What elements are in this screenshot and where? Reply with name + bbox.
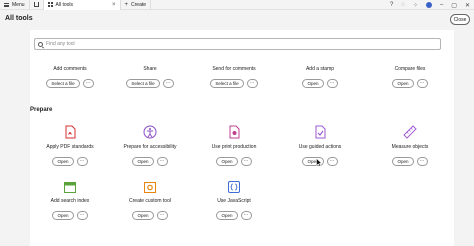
tool-label: Apply PDF standards xyxy=(46,144,94,150)
more-options-button[interactable]: ··· xyxy=(76,211,88,220)
avatar[interactable] xyxy=(425,2,432,8)
tool-label: Send for comments xyxy=(212,66,256,72)
grid-icon xyxy=(47,2,53,7)
print-production-icon xyxy=(229,125,240,139)
more-options-button[interactable]: ··· xyxy=(326,157,338,166)
pdf-standards-icon xyxy=(65,125,76,139)
search-box[interactable] xyxy=(34,38,441,50)
more-options-button[interactable]: ··· xyxy=(240,211,252,220)
open-button[interactable]: Open xyxy=(216,157,238,166)
create-tab[interactable]: + Create xyxy=(121,0,152,10)
open-button[interactable]: Open xyxy=(392,79,414,88)
tools-panel: Add comments Select a file ··· Share Sel… xyxy=(30,30,454,246)
more-options-button[interactable]: ··· xyxy=(326,79,338,88)
more-options-button[interactable]: ··· xyxy=(156,157,168,166)
section-title-prepare: Prepare xyxy=(30,107,53,113)
more-options-button[interactable]: ··· xyxy=(82,79,94,88)
more-options-button[interactable]: ··· xyxy=(240,157,252,166)
more-options-button[interactable]: ··· xyxy=(416,79,428,88)
open-button[interactable]: Open xyxy=(392,157,414,166)
search-icon xyxy=(38,41,43,47)
tool-label: Share xyxy=(143,66,157,72)
help-icon[interactable]: ? xyxy=(390,2,393,8)
open-button[interactable]: Open xyxy=(216,211,238,220)
close-button[interactable]: Close xyxy=(450,14,470,25)
more-options-button[interactable]: ··· xyxy=(162,79,174,88)
tab-all-tools-label: All tools xyxy=(55,1,74,8)
open-button[interactable]: Open xyxy=(302,79,324,88)
minimize-icon[interactable]: – xyxy=(440,2,443,8)
menu-button[interactable]: Menu xyxy=(0,0,30,10)
more-options-button[interactable]: ··· xyxy=(156,211,168,220)
tool-label: Prepare for accessibility xyxy=(123,144,177,150)
javascript-icon xyxy=(228,181,240,193)
plus-icon: + xyxy=(124,1,129,8)
page-header: All tools Close xyxy=(0,11,474,29)
page-title: All tools xyxy=(5,15,33,22)
tool-label: Add a stamp xyxy=(305,66,335,72)
bell-icon[interactable]: ◌ xyxy=(401,2,405,8)
select-file-button[interactable]: Select a file xyxy=(126,79,160,88)
ruler-icon xyxy=(403,125,417,139)
title-bar: Menu All tools × + Create ? ◌ ⁘ – ▢ ✕ xyxy=(0,0,474,10)
home-icon xyxy=(33,2,39,7)
search-input[interactable] xyxy=(46,41,440,47)
tool-label: Use print production xyxy=(211,144,257,150)
maximize-icon[interactable]: ▢ xyxy=(451,2,457,9)
window-controls: ? ◌ ⁘ – ▢ ✕ xyxy=(390,0,470,10)
more-options-button[interactable]: ··· xyxy=(76,157,88,166)
accessibility-icon xyxy=(143,125,157,139)
custom-tool-icon xyxy=(144,182,156,193)
menu-label: Menu xyxy=(12,1,25,8)
home-tab[interactable] xyxy=(30,0,43,10)
close-tab-icon[interactable]: × xyxy=(112,2,116,8)
tab-all-tools[interactable]: All tools × xyxy=(42,0,121,10)
open-button[interactable]: Open xyxy=(52,157,74,166)
open-button[interactable]: Open xyxy=(132,157,154,166)
close-window-icon[interactable]: ✕ xyxy=(465,2,470,9)
tool-label: Compare files xyxy=(394,66,426,72)
tool-label: Measure objects xyxy=(391,144,429,150)
more-options-button[interactable]: ··· xyxy=(416,157,428,166)
mouse-cursor-icon xyxy=(316,158,322,167)
tool-label: Create custom tool xyxy=(129,198,171,204)
select-file-button[interactable]: Select a file xyxy=(46,79,80,88)
create-label: Create xyxy=(131,1,147,8)
more-options-button[interactable]: ··· xyxy=(246,79,258,88)
tool-label: Use guided actions xyxy=(298,144,342,150)
tool-label: Add search index xyxy=(50,198,90,204)
tool-label: Add comments xyxy=(53,66,87,72)
apps-icon[interactable]: ⁘ xyxy=(413,2,418,9)
open-button[interactable]: Open xyxy=(132,211,154,220)
open-button[interactable]: Open xyxy=(52,211,74,220)
hamburger-icon xyxy=(4,2,9,7)
select-file-button[interactable]: Select a file xyxy=(210,79,244,88)
tool-label: Use JavaScript xyxy=(217,198,251,204)
guided-actions-icon xyxy=(315,125,326,139)
search-index-icon xyxy=(64,182,76,193)
